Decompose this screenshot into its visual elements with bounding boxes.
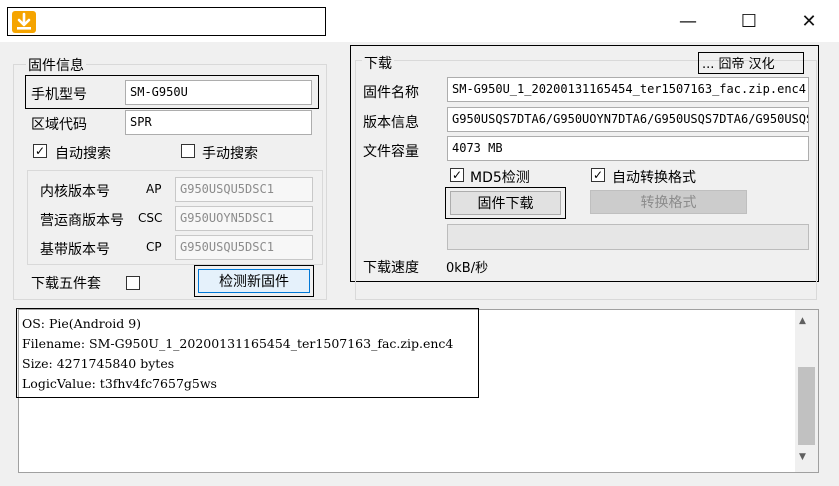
- version-info-label: 版本信息: [363, 115, 419, 131]
- ap-version-input[interactable]: G950USQU5DSC1: [175, 177, 313, 202]
- auto-convert-label[interactable]: 自动转换格式: [612, 167, 696, 187]
- download-speed-label: 下载速度: [363, 260, 419, 276]
- download-five-label: 下载五件套: [31, 276, 101, 292]
- firmware-name-label: 固件名称: [363, 85, 419, 101]
- manual-search-checkbox[interactable]: [181, 144, 195, 158]
- csc-version-label: 营运商版本号: [40, 213, 124, 229]
- scroll-down-arrow[interactable]: ▼: [799, 452, 806, 462]
- check-new-firmware-button[interactable]: 检测新固件: [198, 269, 310, 293]
- md5-label[interactable]: MD5检测: [470, 167, 530, 187]
- window-title: [7, 7, 326, 36]
- scroll-up-arrow[interactable]: ▲: [799, 316, 806, 326]
- file-size-label: 文件容量: [363, 144, 419, 160]
- credit-link[interactable]: ... 囧帝 汉化: [702, 53, 775, 72]
- csc-version-input[interactable]: G950UOYN5DSC1: [175, 206, 313, 231]
- model-input[interactable]: SM-G950U: [125, 80, 312, 105]
- auto-convert-checkbox[interactable]: ✓: [591, 168, 605, 182]
- firmware-download-button[interactable]: 固件下载: [450, 191, 561, 215]
- ap-tag: AP: [146, 182, 162, 196]
- log-line: Filename: SM-G950U_1_20200131165454_ter1…: [22, 336, 454, 351]
- download-app-icon: [12, 11, 36, 33]
- manual-search-label[interactable]: 手动搜索: [202, 143, 258, 163]
- cp-version-input[interactable]: G950USQU5DSC1: [175, 235, 313, 260]
- log-line: OS: Pie(Android 9): [22, 316, 142, 331]
- ap-version-label: 内核版本号: [40, 184, 110, 200]
- region-label: 区域代码: [31, 117, 87, 133]
- maximize-button[interactable]: ☐: [719, 0, 779, 42]
- download-progress-bar: [447, 224, 809, 250]
- file-size-input[interactable]: 4073 MB: [447, 136, 809, 161]
- cp-tag: CP: [146, 240, 162, 254]
- md5-checkbox[interactable]: ✓: [450, 168, 464, 182]
- download-speed-value: 0kB/秒: [446, 261, 489, 276]
- auto-search-label[interactable]: 自动搜索: [55, 143, 111, 163]
- minimize-button[interactable]: —: [658, 0, 718, 42]
- download-legend: 下载: [362, 53, 394, 73]
- model-label: 手机型号: [31, 87, 87, 103]
- convert-format-button[interactable]: 转换格式: [590, 190, 747, 214]
- log-line: Size: 4271745840 bytes: [22, 356, 175, 371]
- csc-tag: CSC: [138, 211, 163, 225]
- cp-version-label: 基带版本号: [40, 242, 110, 258]
- auto-search-checkbox[interactable]: ✓: [33, 144, 47, 158]
- version-info-input[interactable]: G950USQS7DTA6/G950UOYN7DTA6/G950USQS7DTA…: [447, 107, 809, 132]
- log-line: LogicValue: t3fhv4fc7657g5ws: [22, 376, 217, 391]
- scrollbar-thumb[interactable]: [798, 367, 815, 445]
- log-text: OS: Pie(Android 9) Filename: SM-G950U_1_…: [22, 314, 453, 394]
- firmware-info-legend: 固件信息: [26, 55, 86, 75]
- region-input[interactable]: SPR: [125, 110, 312, 135]
- firmware-name-input[interactable]: SM-G950U_1_20200131165454_ter1507163_fac…: [447, 77, 809, 102]
- download-five-checkbox[interactable]: [126, 276, 140, 290]
- close-button[interactable]: ✕: [779, 0, 839, 42]
